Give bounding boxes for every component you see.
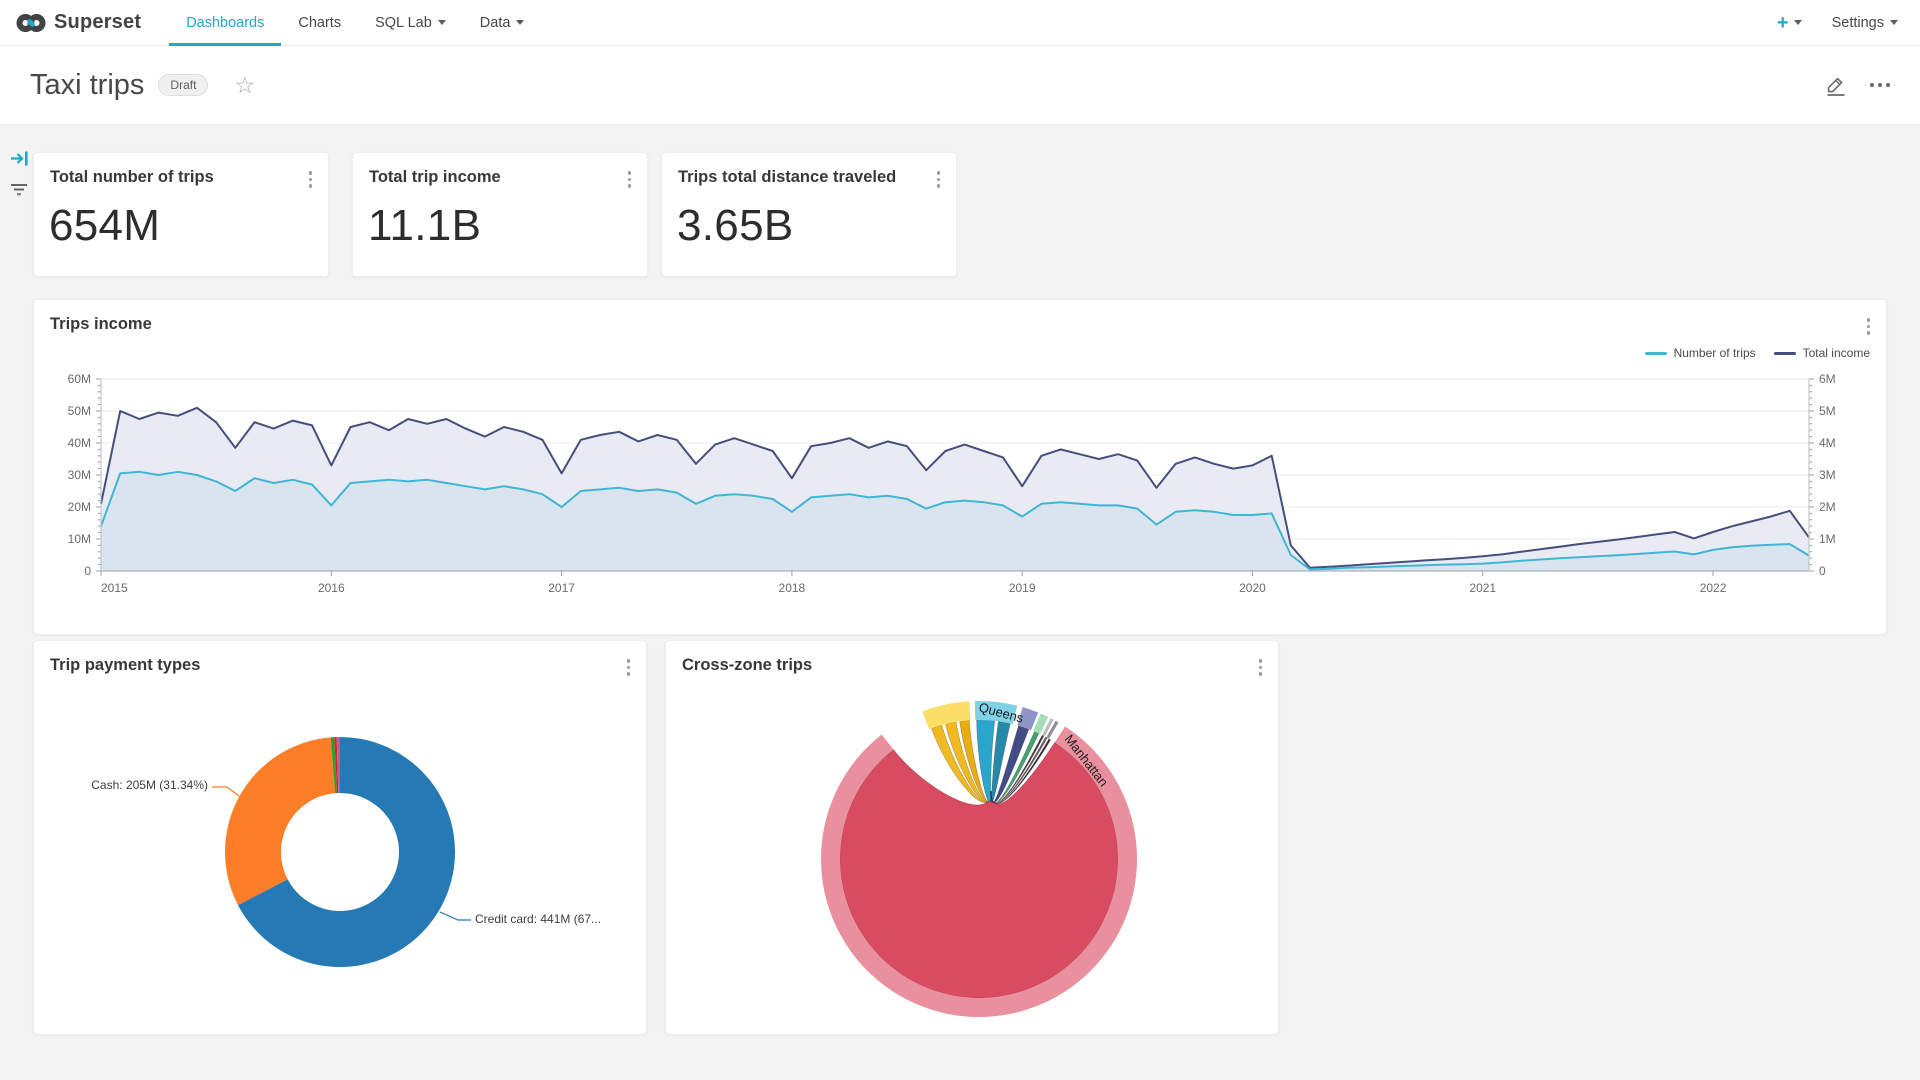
svg-text:30M: 30M [68, 468, 91, 482]
svg-text:2M: 2M [1819, 500, 1836, 514]
expand-filter-bar-icon[interactable] [10, 150, 29, 167]
nav-tabs: Dashboards Charts SQL Lab Data [169, 0, 541, 46]
edit-dashboard-button[interactable] [1824, 74, 1846, 97]
page-title: Taxi trips [30, 69, 144, 102]
tab-dashboards[interactable]: Dashboards [169, 0, 281, 46]
kpi-title: Trips total distance traveled [678, 168, 896, 187]
brand-name: Superset [54, 11, 141, 34]
chevron-down-icon [1794, 20, 1802, 25]
svg-text:0: 0 [84, 564, 91, 578]
tab-dashboards-label: Dashboards [186, 15, 264, 31]
chord-chart[interactable]: QueensManhattan [666, 641, 1280, 1036]
kpi-value: 654M [49, 201, 160, 251]
kpi-title: Total trip income [369, 168, 501, 187]
svg-text:2020: 2020 [1239, 581, 1266, 595]
superset-logo-icon [16, 9, 46, 37]
filter-icon[interactable] [10, 183, 28, 198]
new-item-button[interactable]: + [1777, 13, 1802, 33]
filter-rail [6, 150, 32, 198]
pie-slice-cash[interactable] [225, 737, 335, 905]
trips-income-card: Trips income Number of trips Total incom… [33, 299, 1887, 635]
nav-right-group: + Settings [1777, 13, 1920, 33]
kpi-title: Total number of trips [50, 168, 214, 187]
card-menu-kebab[interactable] [935, 169, 943, 190]
status-badge: Draft [158, 74, 208, 96]
chevron-down-icon [1890, 20, 1898, 25]
tab-charts-label: Charts [298, 15, 341, 31]
svg-text:40M: 40M [68, 436, 91, 450]
card-menu-kebab[interactable] [626, 169, 634, 190]
pie-callout-cash: Cash: 205M (31.34%) [68, 778, 208, 792]
dashboard-header: Taxi trips Draft ☆ [0, 46, 1920, 125]
header-actions [1824, 74, 1890, 97]
cross-zone-trips-card: Cross-zone trips QueensManhattan [665, 640, 1279, 1035]
svg-text:2015: 2015 [101, 581, 128, 595]
svg-text:2021: 2021 [1469, 581, 1496, 595]
favorite-star-icon[interactable]: ☆ [234, 74, 255, 97]
svg-text:4M: 4M [1819, 436, 1836, 450]
svg-text:2017: 2017 [548, 581, 575, 595]
svg-text:2019: 2019 [1009, 581, 1036, 595]
svg-text:5M: 5M [1819, 404, 1836, 418]
pencil-icon [1824, 74, 1846, 97]
svg-text:3M: 3M [1819, 468, 1836, 482]
plus-icon: + [1777, 13, 1789, 33]
kpi-card-trip-income: Total trip income 11.1B [352, 152, 648, 277]
kpi-card-total-trips: Total number of trips 654M [33, 152, 329, 277]
tab-sql-lab-label: SQL Lab [375, 15, 432, 31]
svg-text:50M: 50M [68, 404, 91, 418]
chevron-down-icon [438, 20, 446, 25]
tab-charts[interactable]: Charts [281, 0, 358, 46]
superset-logo[interactable]: Superset [0, 9, 141, 37]
kpi-value: 3.65B [677, 201, 793, 251]
settings-label: Settings [1832, 15, 1884, 31]
donut-chart[interactable] [34, 641, 648, 1036]
pie-callout-credit-card: Credit card: 441M (67... [475, 912, 601, 926]
svg-text:1M: 1M [1819, 532, 1836, 546]
svg-text:20M: 20M [68, 500, 91, 514]
svg-text:60M: 60M [68, 372, 91, 386]
line-chart[interactable]: 0 0 10M 1M 20M 2M 30M 3M 40M 4M 50M 5M 60M 6M 2015 2016… [34, 300, 1888, 636]
svg-text:2022: 2022 [1700, 581, 1727, 595]
svg-text:0: 0 [1819, 564, 1826, 578]
svg-text:10M: 10M [68, 532, 91, 546]
svg-text:2018: 2018 [779, 581, 806, 595]
kpi-card-distance: Trips total distance traveled 3.65B [661, 152, 957, 277]
kpi-value: 11.1B [368, 201, 481, 251]
settings-menu[interactable]: Settings [1832, 15, 1898, 31]
svg-text:2016: 2016 [318, 581, 345, 595]
trip-payment-types-card: Trip payment types Cash: 205M (31.34%) C… [33, 640, 647, 1035]
more-actions-button[interactable] [1870, 83, 1890, 87]
tab-sql-lab[interactable]: SQL Lab [358, 0, 463, 46]
tab-data[interactable]: Data [463, 0, 542, 46]
card-menu-kebab[interactable] [307, 169, 315, 190]
svg-text:6M: 6M [1819, 372, 1836, 386]
chevron-down-icon [516, 20, 524, 25]
top-navbar: Superset Dashboards Charts SQL Lab Data … [0, 0, 1920, 46]
tab-data-label: Data [480, 15, 511, 31]
